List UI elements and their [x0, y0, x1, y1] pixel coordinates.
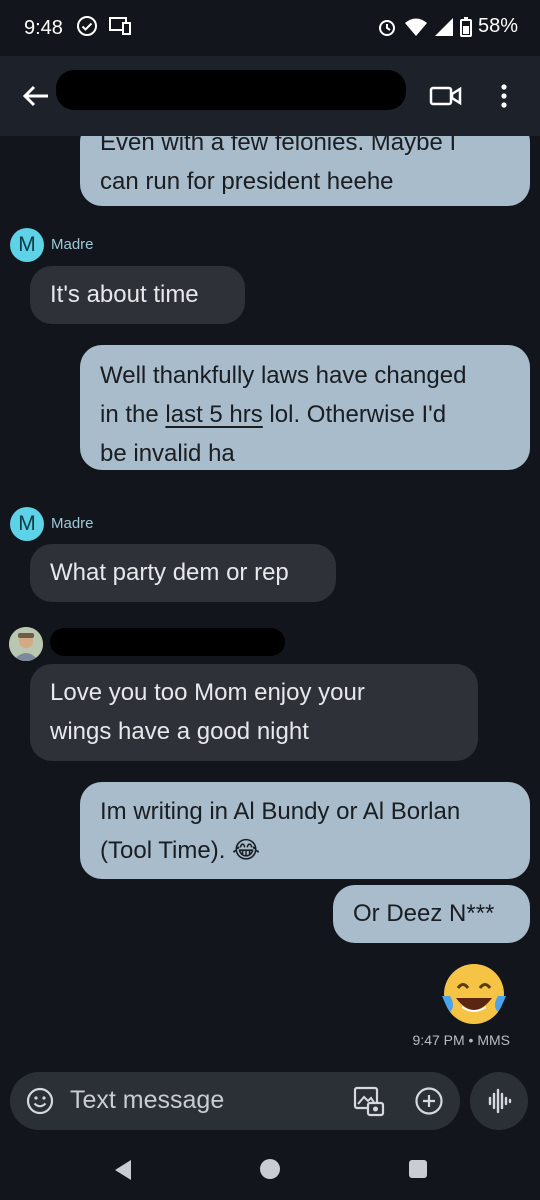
message-timestamp: 9:47 PM • MMS	[412, 1032, 510, 1048]
alarm-icon	[378, 19, 395, 36]
tears-of-joy-icon	[442, 964, 506, 1024]
outgoing-message[interactable]: Or Deez N***	[333, 885, 530, 943]
check-circle-icon	[77, 16, 97, 36]
outgoing-message[interactable]: Even with a few felonies. Maybe I can ru…	[80, 136, 530, 206]
sender-name-redacted	[50, 628, 285, 656]
sender-name: Madre	[51, 236, 94, 253]
nav-back-icon[interactable]	[112, 1158, 134, 1182]
back-arrow-icon[interactable]	[20, 80, 52, 112]
outgoing-message[interactable]: Well thankfully laws have changed in the…	[80, 345, 530, 470]
compose-bar[interactable]: Text message	[10, 1072, 460, 1130]
waveform-icon	[488, 1088, 512, 1114]
wifi-icon	[404, 18, 427, 36]
system-nav-bar	[0, 1140, 540, 1200]
add-attachment-icon[interactable]	[414, 1086, 444, 1116]
avatar[interactable]: M	[10, 507, 44, 541]
nav-recents-icon[interactable]	[408, 1159, 428, 1179]
cast-icon	[109, 17, 131, 35]
message-input[interactable]: Text message	[70, 1086, 224, 1115]
status-time: 9:48	[24, 17, 63, 39]
voice-message-button[interactable]	[470, 1072, 528, 1130]
app-bar	[0, 56, 540, 136]
incoming-message[interactable]: Love you too Mom enjoy your wings have a…	[30, 664, 478, 761]
signal-icon	[434, 17, 453, 36]
gallery-icon[interactable]	[352, 1084, 386, 1118]
incoming-message[interactable]: It's about time	[30, 266, 245, 324]
battery-percent: 58%	[477, 15, 518, 37]
outgoing-message[interactable]: Im writing in Al Bundy or Al Borlan (Too…	[80, 782, 530, 879]
nav-home-icon[interactable]	[259, 1158, 281, 1180]
emoji-picker-icon[interactable]	[26, 1087, 54, 1115]
status-bar: 9:48 58%	[0, 0, 540, 56]
time-link[interactable]: last 5 hrs	[165, 401, 262, 428]
person-icon	[9, 627, 43, 661]
more-options-icon[interactable]	[492, 80, 516, 112]
contact-avatar-photo[interactable]	[9, 627, 43, 661]
laughing-emoji[interactable]	[436, 956, 512, 1032]
sender-name: Madre	[51, 515, 94, 532]
avatar[interactable]: M	[10, 228, 44, 262]
incoming-message[interactable]: What party dem or rep	[30, 544, 336, 602]
video-call-icon[interactable]	[428, 80, 464, 112]
contact-name-redacted	[56, 70, 406, 110]
message-thread[interactable]: Even with a few felonies. Maybe I can ru…	[0, 136, 540, 1066]
battery-icon	[459, 16, 472, 37]
